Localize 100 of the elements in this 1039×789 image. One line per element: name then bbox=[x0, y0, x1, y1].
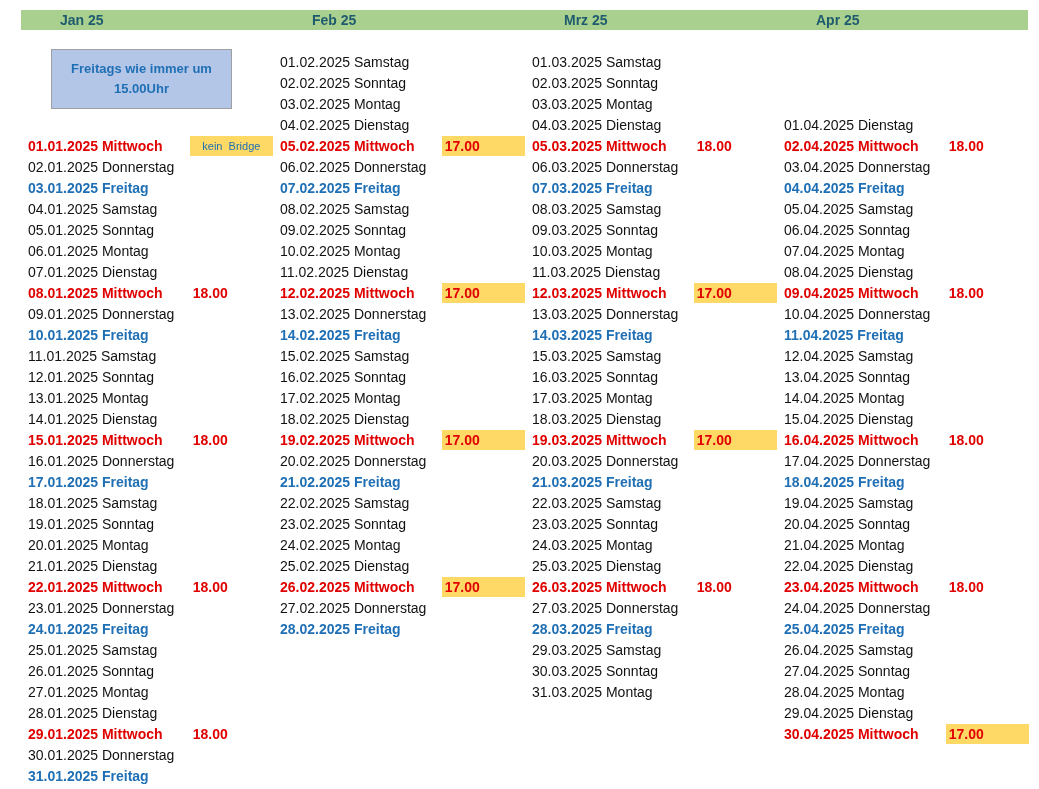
date-cell-text: 20.03.2025 Donnerstag bbox=[532, 452, 680, 469]
date-cell-text: 05.01.2025 Sonntag bbox=[28, 221, 156, 238]
date-cell-text: 23.03.2025 Sonntag bbox=[532, 515, 660, 532]
date-cell-text: 21.01.2025 Dienstag bbox=[28, 557, 159, 574]
time-cell-text: 18.00 bbox=[695, 577, 733, 597]
note-cell: kein Bridge bbox=[189, 135, 273, 156]
date-cell-text: 05.03.2025 Mittwoch bbox=[532, 137, 668, 154]
time-cell: 17.00 bbox=[693, 429, 777, 450]
time-cell-text: 18.00 bbox=[947, 577, 985, 597]
date-cell-text: 18.02.2025 Dienstag bbox=[280, 410, 411, 427]
date-cell-text: 17.02.2025 Montag bbox=[280, 389, 402, 406]
month-header: Jan 25 bbox=[59, 11, 104, 30]
month-header: Feb 25 bbox=[311, 11, 357, 30]
date-cell-text: 12.02.2025 Mittwoch bbox=[280, 284, 416, 301]
month-header: Apr 25 bbox=[815, 11, 860, 30]
date-cell-text: 25.04.2025 Freitag bbox=[784, 620, 906, 637]
date-cell-text: 03.04.2025 Donnerstag bbox=[784, 158, 932, 175]
date-cell-text: 11.03.2025 Dienstag bbox=[532, 263, 662, 280]
time-cell-text: 18.00 bbox=[947, 430, 985, 450]
date-cell-text: 21.04.2025 Montag bbox=[784, 536, 906, 553]
date-cell-text: 30.04.2025 Mittwoch bbox=[784, 725, 920, 742]
time-cell-text: 18.00 bbox=[695, 136, 733, 156]
date-cell-text: 18.01.2025 Samstag bbox=[28, 494, 159, 511]
date-cell-text: 23.04.2025 Mittwoch bbox=[784, 578, 920, 595]
date-cell-text: 15.02.2025 Samstag bbox=[280, 347, 411, 364]
date-cell-text: 19.01.2025 Sonntag bbox=[28, 515, 156, 532]
date-cell-text: 27.03.2025 Donnerstag bbox=[532, 599, 680, 616]
date-cell-text: 22.01.2025 Mittwoch bbox=[28, 578, 164, 595]
date-cell-text: 16.01.2025 Donnerstag bbox=[28, 452, 176, 469]
date-cell-text: 08.04.2025 Dienstag bbox=[784, 263, 915, 280]
date-cell-text: 09.04.2025 Mittwoch bbox=[784, 284, 920, 301]
date-cell-text: 10.02.2025 Montag bbox=[280, 242, 402, 259]
date-cell-text: 27.02.2025 Donnerstag bbox=[280, 599, 428, 616]
date-cell-text: 25.02.2025 Dienstag bbox=[280, 557, 411, 574]
time-cell: 17.00 bbox=[693, 282, 777, 303]
date-cell-text: 15.03.2025 Samstag bbox=[532, 347, 663, 364]
date-cell-text: 24.04.2025 Donnerstag bbox=[784, 599, 932, 616]
date-cell-text: 13.03.2025 Donnerstag bbox=[532, 305, 680, 322]
date-cell-text: 11.04.2025 Freitag bbox=[784, 326, 905, 343]
date-cell-text: 04.03.2025 Dienstag bbox=[532, 116, 663, 133]
date-cell-text: 01.01.2025 Mittwoch bbox=[28, 137, 164, 154]
date-cell-text: 09.03.2025 Sonntag bbox=[532, 221, 660, 238]
time-cell-text: 18.00 bbox=[191, 577, 229, 597]
date-cell-text: 14.02.2025 Freitag bbox=[280, 326, 402, 343]
date-cell-text: 14.01.2025 Dienstag bbox=[28, 410, 159, 427]
date-cell-text: 15.04.2025 Dienstag bbox=[784, 410, 915, 427]
date-cell-text: 26.03.2025 Mittwoch bbox=[532, 578, 668, 595]
date-cell-text: 22.04.2025 Dienstag bbox=[784, 557, 915, 574]
date-cell-text: 18.03.2025 Dienstag bbox=[532, 410, 663, 427]
month-header: Mrz 25 bbox=[563, 11, 608, 30]
date-cell-text: 08.01.2025 Mittwoch bbox=[28, 284, 164, 301]
date-cell-text: 31.01.2025 Freitag bbox=[28, 767, 150, 784]
date-cell-text: 13.02.2025 Donnerstag bbox=[280, 305, 428, 322]
date-cell-text: 10.03.2025 Montag bbox=[532, 242, 654, 259]
date-cell-text: 26.01.2025 Sonntag bbox=[28, 662, 156, 679]
date-cell-text: 04.01.2025 Samstag bbox=[28, 200, 159, 217]
date-cell-text: 01.02.2025 Samstag bbox=[280, 53, 411, 70]
date-cell-text: 27.01.2025 Montag bbox=[28, 683, 150, 700]
date-cell-text: 19.04.2025 Samstag bbox=[784, 494, 915, 511]
date-cell-text: 04.04.2025 Freitag bbox=[784, 179, 906, 196]
date-cell-text: 30.01.2025 Donnerstag bbox=[28, 746, 176, 763]
time-cell: 17.00 bbox=[441, 429, 525, 450]
date-cell-text: 28.01.2025 Dienstag bbox=[28, 704, 159, 721]
date-cell-text: 21.03.2025 Freitag bbox=[532, 473, 654, 490]
date-cell-text: 06.02.2025 Donnerstag bbox=[280, 158, 428, 175]
time-cell-text: 18.00 bbox=[191, 724, 229, 744]
note-box: Freitags wie immer um 15.00Uhr bbox=[51, 49, 232, 109]
date-cell-text: 01.04.2025 Dienstag bbox=[784, 116, 915, 133]
date-cell-text: 20.04.2025 Sonntag bbox=[784, 515, 912, 532]
time-cell-text: 18.00 bbox=[947, 136, 985, 156]
date-cell-text: 30.03.2025 Sonntag bbox=[532, 662, 660, 679]
date-cell-text: 08.03.2025 Samstag bbox=[532, 200, 663, 217]
date-cell-text: 12.03.2025 Mittwoch bbox=[532, 284, 668, 301]
date-cell-text: 28.02.2025 Freitag bbox=[280, 620, 402, 637]
date-cell-text: 19.02.2025 Mittwoch bbox=[280, 431, 416, 448]
date-cell-text: 27.04.2025 Sonntag bbox=[784, 662, 912, 679]
date-cell-text: 14.03.2025 Freitag bbox=[532, 326, 654, 343]
date-cell-text: 15.01.2025 Mittwoch bbox=[28, 431, 164, 448]
time-cell: 17.00 bbox=[441, 282, 525, 303]
date-cell-text: 21.02.2025 Freitag bbox=[280, 473, 402, 490]
date-cell-text: 14.04.2025 Montag bbox=[784, 389, 906, 406]
date-cell-text: 18.04.2025 Freitag bbox=[784, 473, 906, 490]
date-cell-text: 02.01.2025 Donnerstag bbox=[28, 158, 176, 175]
date-cell-text: 17.03.2025 Montag bbox=[532, 389, 654, 406]
date-cell-text: 06.01.2025 Montag bbox=[28, 242, 150, 259]
date-cell-text: 20.02.2025 Donnerstag bbox=[280, 452, 428, 469]
date-cell-text: 03.03.2025 Montag bbox=[532, 95, 654, 112]
date-cell-text: 05.02.2025 Mittwoch bbox=[280, 137, 416, 154]
date-cell-text: 09.02.2025 Sonntag bbox=[280, 221, 408, 238]
date-cell-text: 07.01.2025 Dienstag bbox=[28, 263, 159, 280]
date-cell-text: 03.02.2025 Montag bbox=[280, 95, 402, 112]
time-cell-text: 18.00 bbox=[191, 283, 229, 303]
date-cell-text: 16.02.2025 Sonntag bbox=[280, 368, 408, 385]
date-cell-text: 29.04.2025 Dienstag bbox=[784, 704, 915, 721]
date-cell-text: 07.04.2025 Montag bbox=[784, 242, 906, 259]
date-cell-text: 24.02.2025 Montag bbox=[280, 536, 402, 553]
date-cell-text: 05.04.2025 Samstag bbox=[784, 200, 915, 217]
date-cell-text: 12.01.2025 Sonntag bbox=[28, 368, 156, 385]
date-cell-text: 13.01.2025 Montag bbox=[28, 389, 150, 406]
date-cell-text: 03.01.2025 Freitag bbox=[28, 179, 150, 196]
